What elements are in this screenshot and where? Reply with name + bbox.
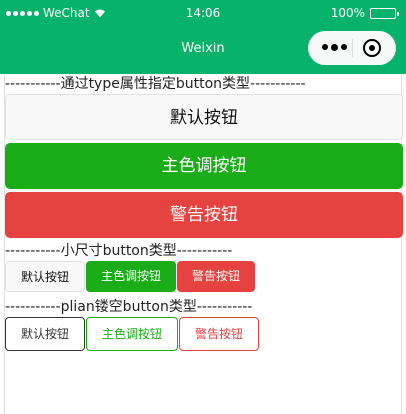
warn-button[interactable]: 警告按钮 <box>5 192 403 238</box>
plain-button-row: 默认按钮 主色调按钮 警告按钮 <box>5 317 403 351</box>
section-title-type: -----------通过type属性指定button类型----------- <box>5 76 306 92</box>
plain-warn-button[interactable]: 警告按钮 <box>179 317 260 351</box>
more-options-icon[interactable] <box>322 43 347 51</box>
section-title-plain: -----------plian镂空button类型----------- <box>5 299 253 315</box>
section-title-mini: -----------小尺寸button类型----------- <box>5 243 233 259</box>
battery-percent: 100% <box>330 6 365 20</box>
mini-primary-button[interactable]: 主色调按钮 <box>86 261 177 292</box>
menu-capsule <box>308 31 396 65</box>
status-bar: WeChat 14:06 100% <box>0 0 406 26</box>
mini-default-button[interactable]: 默认按钮 <box>5 261 86 292</box>
battery-icon <box>370 7 399 19</box>
capsule-divider <box>352 39 353 57</box>
primary-button[interactable]: 主色调按钮 <box>5 143 403 189</box>
plain-primary-button[interactable]: 主色调按钮 <box>86 317 179 351</box>
close-miniprogram-icon[interactable] <box>363 39 381 57</box>
nav-bar: Weixin <box>0 26 406 74</box>
mini-warn-button[interactable]: 警告按钮 <box>177 261 256 292</box>
main-content: -----------通过type属性指定button类型-----------… <box>5 74 403 351</box>
default-button[interactable]: 默认按钮 <box>5 94 403 140</box>
status-right: 100% <box>330 6 399 20</box>
mini-button-row: 默认按钮 主色调按钮 警告按钮 <box>5 261 403 294</box>
plain-default-button[interactable]: 默认按钮 <box>5 317 86 351</box>
